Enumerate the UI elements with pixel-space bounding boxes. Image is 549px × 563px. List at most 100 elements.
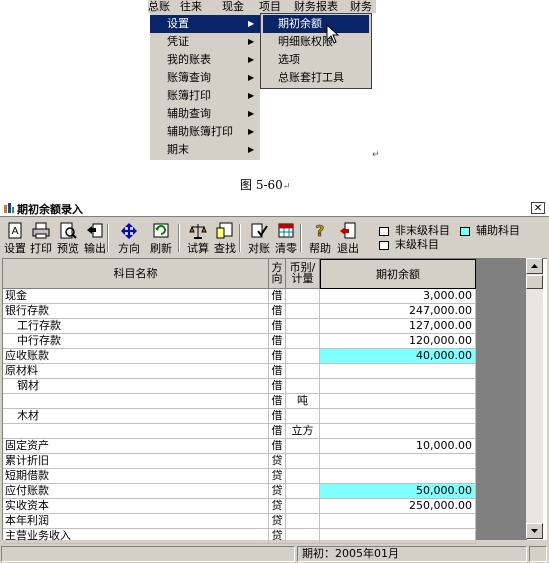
table-row[interactable]: 中行存款借 120,000.00 xyxy=(3,334,476,349)
table-row[interactable]: 钢材借 xyxy=(3,379,476,394)
toolbar-button-preview[interactable]: 预览 xyxy=(55,222,81,255)
menu-item[interactable]: 凭证 ▶ xyxy=(150,33,260,51)
submenu-item[interactable]: 期初余额 xyxy=(263,15,369,33)
table-row[interactable]: 本年利润贷 xyxy=(3,514,476,529)
cell-account-name[interactable] xyxy=(3,424,269,439)
menubar-item[interactable]: 财务 xyxy=(350,0,372,14)
cell-currency-unit[interactable] xyxy=(286,469,320,484)
submenu-item[interactable]: 明细账权限 xyxy=(263,33,369,51)
cell-account-name[interactable]: 现金 xyxy=(3,289,269,304)
toolbar-button-clear[interactable]: 清零 xyxy=(273,222,299,255)
cell-account-name[interactable]: 主营业务收入 xyxy=(3,529,269,544)
menubar-item[interactable]: 财务报表 xyxy=(294,0,338,14)
cell-direction[interactable]: 贷 xyxy=(269,454,286,469)
cell-currency-unit[interactable] xyxy=(286,529,320,544)
cell-opening-balance[interactable]: 3,000.00 xyxy=(320,289,476,304)
cell-account-name[interactable]: 累计折旧 xyxy=(3,454,269,469)
close-button[interactable]: ✕ xyxy=(531,202,545,214)
toolbar-button-export[interactable]: 输出 xyxy=(82,222,108,255)
menu-item[interactable]: 辅助查询 ▶ xyxy=(150,105,260,123)
cell-account-name[interactable]: 木材 xyxy=(3,409,269,424)
table-row[interactable]: 银行存款借 247,000.00 xyxy=(3,304,476,319)
table-row[interactable]: 累计折旧贷 xyxy=(3,454,476,469)
menubar-item[interactable]: 现金 xyxy=(222,0,244,14)
menu-item[interactable]: 我的账表 ▶ xyxy=(150,51,260,69)
cell-direction[interactable]: 贷 xyxy=(269,484,286,499)
toolbar-button-help[interactable]: ? 帮助 xyxy=(307,222,333,255)
vertical-scrollbar[interactable] xyxy=(526,258,543,539)
menu-item[interactable]: 账簿查询 ▶ xyxy=(150,69,260,87)
submenu-item[interactable]: 总账套打工具 xyxy=(263,69,369,87)
table-row[interactable]: 固定资产借 10,000.00 xyxy=(3,439,476,454)
cell-opening-balance[interactable] xyxy=(320,424,476,439)
cell-direction[interactable]: 借 xyxy=(269,319,286,334)
cell-account-name[interactable]: 实收资本 xyxy=(3,499,269,514)
cell-opening-balance[interactable] xyxy=(320,469,476,484)
scroll-up-button[interactable] xyxy=(526,258,543,274)
cell-account-name[interactable]: 应付账款 xyxy=(3,484,269,499)
menubar-item[interactable]: 总账 xyxy=(148,0,170,14)
cell-direction[interactable]: 借 xyxy=(269,304,286,319)
cell-direction[interactable]: 借 xyxy=(269,424,286,439)
cell-opening-balance[interactable]: 247,000.00 xyxy=(320,304,476,319)
header-direction[interactable]: 方向 xyxy=(269,259,286,289)
cell-account-name[interactable]: 短期借款 xyxy=(3,469,269,484)
cell-currency-unit[interactable] xyxy=(286,289,320,304)
submenu-item[interactable]: 选项 xyxy=(263,51,369,69)
cell-opening-balance[interactable] xyxy=(320,529,476,544)
cell-opening-balance[interactable]: 50,000.00 xyxy=(320,484,476,499)
table-row[interactable]: 借立方 xyxy=(3,424,476,439)
cell-direction[interactable]: 借 xyxy=(269,289,286,304)
table-row[interactable]: 现金借 3,000.00 xyxy=(3,289,476,304)
table-row[interactable]: 主营业务收入贷 xyxy=(3,529,476,544)
cell-currency-unit[interactable] xyxy=(286,454,320,469)
cell-direction[interactable]: 贷 xyxy=(269,529,286,544)
cell-opening-balance[interactable]: 10,000.00 xyxy=(320,439,476,454)
cell-currency-unit[interactable]: 吨 xyxy=(286,394,320,409)
toolbar-button-exit[interactable]: 退出 xyxy=(335,222,361,255)
toolbar-button-setup[interactable]: A 设置 xyxy=(2,222,28,255)
cell-currency-unit[interactable] xyxy=(286,439,320,454)
toolbar-button-direction[interactable]: 方向 xyxy=(116,222,142,255)
cell-account-name[interactable]: 工行存款 xyxy=(3,319,269,334)
menu-item[interactable]: 辅助账簿打印 ▶ xyxy=(150,123,260,141)
cell-currency-unit[interactable] xyxy=(286,304,320,319)
cell-opening-balance[interactable] xyxy=(320,409,476,424)
cell-currency-unit[interactable] xyxy=(286,499,320,514)
header-opening-balance[interactable]: 期初余额 xyxy=(320,259,476,289)
cell-account-name[interactable]: 固定资产 xyxy=(3,439,269,454)
cell-account-name[interactable]: 原材料 xyxy=(3,364,269,379)
cell-currency-unit[interactable] xyxy=(286,379,320,394)
scroll-thumb[interactable] xyxy=(526,275,543,289)
cell-currency-unit[interactable]: 立方 xyxy=(286,424,320,439)
cell-direction[interactable]: 借 xyxy=(269,334,286,349)
table-row[interactable]: 实收资本贷 250,000.00 xyxy=(3,499,476,514)
table-row[interactable]: 借吨 xyxy=(3,394,476,409)
menu-item[interactable]: 账簿打印 ▶ xyxy=(150,87,260,105)
cell-currency-unit[interactable] xyxy=(286,364,320,379)
toolbar-button-reconcile[interactable]: 对账 xyxy=(246,222,272,255)
table-row[interactable]: 木材借 xyxy=(3,409,476,424)
cell-account-name[interactable]: 应收账款 xyxy=(3,349,269,364)
table-row[interactable]: 工行存款借 127,000.00 xyxy=(3,319,476,334)
cell-opening-balance[interactable]: 40,000.00 xyxy=(320,349,476,364)
cell-direction[interactable]: 借 xyxy=(269,349,286,364)
cell-direction[interactable]: 借 xyxy=(269,409,286,424)
cell-opening-balance[interactable]: 127,000.00 xyxy=(320,319,476,334)
cell-account-name[interactable]: 钢材 xyxy=(3,379,269,394)
cell-opening-balance[interactable] xyxy=(320,454,476,469)
scroll-down-button[interactable] xyxy=(526,523,543,539)
header-account-name[interactable]: 科目名称 xyxy=(3,259,269,289)
toolbar-button-trial-balance[interactable]: 试算 xyxy=(185,222,211,255)
table-row[interactable]: 短期借款贷 xyxy=(3,469,476,484)
cell-account-name[interactable] xyxy=(3,394,269,409)
cell-currency-unit[interactable] xyxy=(286,319,320,334)
cell-currency-unit[interactable] xyxy=(286,409,320,424)
table-row[interactable]: 应付账款贷 50,000.00 xyxy=(3,484,476,499)
cell-opening-balance[interactable] xyxy=(320,379,476,394)
toolbar-button-find[interactable]: 查找 xyxy=(212,222,238,255)
toolbar-button-print[interactable]: 打印 xyxy=(28,222,54,255)
cell-opening-balance[interactable]: 250,000.00 xyxy=(320,499,476,514)
menubar-item[interactable]: 项目 xyxy=(259,0,281,14)
cell-direction[interactable]: 借 xyxy=(269,394,286,409)
